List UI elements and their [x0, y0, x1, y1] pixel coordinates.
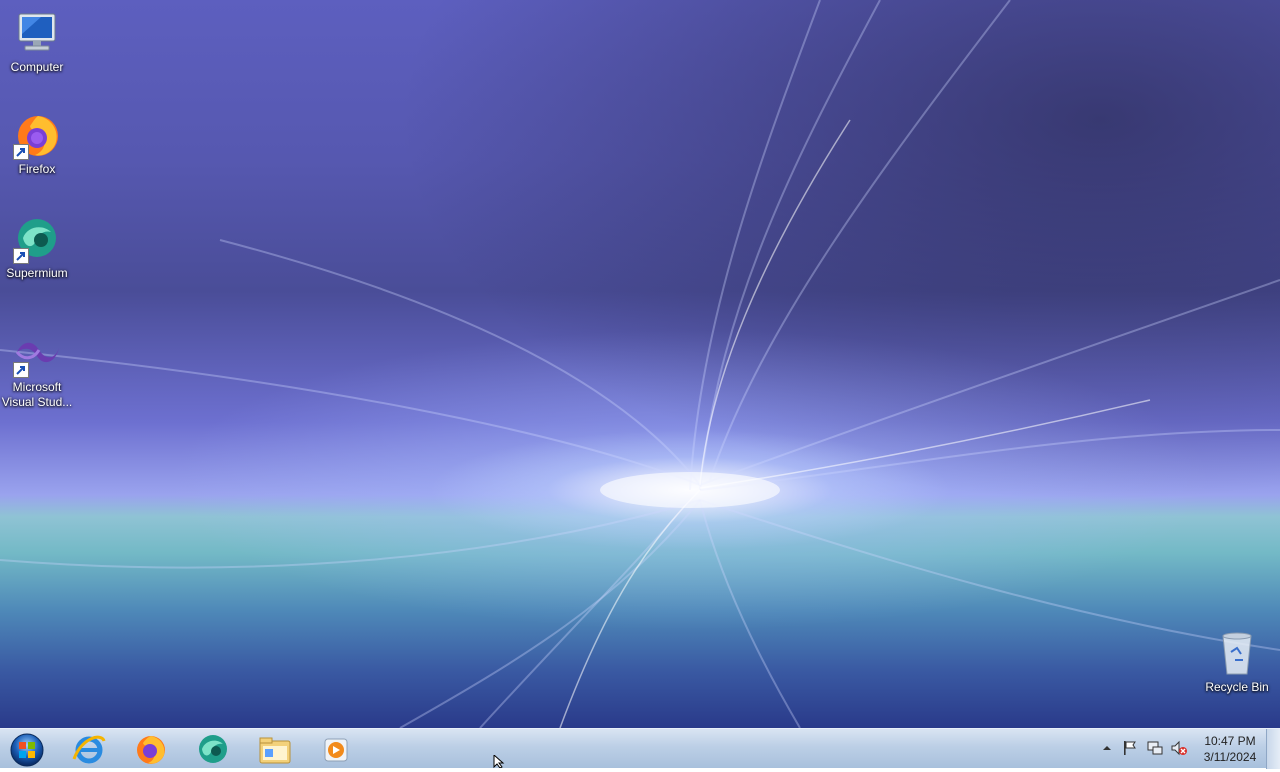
supermium-icon: [199, 735, 227, 763]
volume-muted-icon: [1171, 740, 1187, 756]
taskbar-internet-explorer[interactable]: [62, 731, 116, 767]
supermium-icon: [13, 216, 61, 264]
taskbar-media-player[interactable]: [310, 731, 364, 767]
taskbar-firefox[interactable]: [124, 731, 178, 767]
desktop-icon-label: Microsoft Visual Stud...: [1, 380, 73, 409]
firefox-icon: [13, 112, 61, 160]
network-button[interactable]: [1146, 739, 1164, 757]
action-center-flag-icon: [1124, 741, 1136, 755]
windows-orb-icon: [10, 733, 44, 767]
show-hidden-icons-arrow: [1103, 746, 1111, 750]
desktop-icon-label: Recycle Bin: [1205, 680, 1269, 694]
media-player-icon: [324, 738, 348, 762]
shortcut-arrow-icon: [13, 248, 29, 264]
desktop-icon-label: Supermium: [6, 266, 68, 280]
volume-button[interactable]: [1170, 739, 1188, 757]
taskbar-supermium[interactable]: [186, 731, 240, 767]
recycle-bin-icon: [1213, 630, 1261, 678]
wallpaper-light-streaks: [0, 0, 1280, 728]
show-hidden-icons-button[interactable]: [1098, 739, 1116, 757]
shortcut-arrow-icon: [13, 144, 29, 160]
shortcut-arrow-icon: [13, 362, 29, 378]
desktop-icon-recycle-bin[interactable]: Recycle Bin: [1200, 630, 1274, 695]
show-desktop-button[interactable]: [1266, 729, 1280, 769]
mouse-pointer-icon: [493, 755, 505, 768]
computer-icon: [13, 10, 61, 58]
file-explorer-icon: [259, 737, 291, 764]
firefox-icon: [137, 736, 165, 764]
desktop-icon-computer[interactable]: Computer: [0, 10, 74, 75]
start-button[interactable]: [2, 731, 52, 767]
clock-time: 10:47 PM: [1204, 734, 1256, 748]
system-clock[interactable]: 10:47 PM 3/11/2024: [1196, 733, 1264, 765]
taskbar: 10:47 PM 3/11/2024: [0, 728, 1280, 769]
desktop-icon-visual-studio[interactable]: Microsoft Visual Stud...: [0, 330, 74, 410]
desktop-icon-label: Computer: [10, 60, 64, 74]
taskbar-file-explorer[interactable]: [248, 731, 302, 767]
action-center-button[interactable]: [1121, 739, 1139, 757]
visual-studio-icon: [13, 330, 61, 378]
desktop-icon-label: Firefox: [18, 162, 56, 176]
desktop-icon-supermium[interactable]: Supermium: [0, 216, 74, 281]
desktop-icon-firefox[interactable]: Firefox: [0, 112, 74, 177]
internet-explorer-icon: [72, 735, 106, 764]
clock-date: 3/11/2024: [1203, 750, 1257, 764]
network-icon: [1147, 741, 1163, 755]
desktop: Computer Firefox Supermium Microsoft Vis…: [0, 0, 1280, 728]
